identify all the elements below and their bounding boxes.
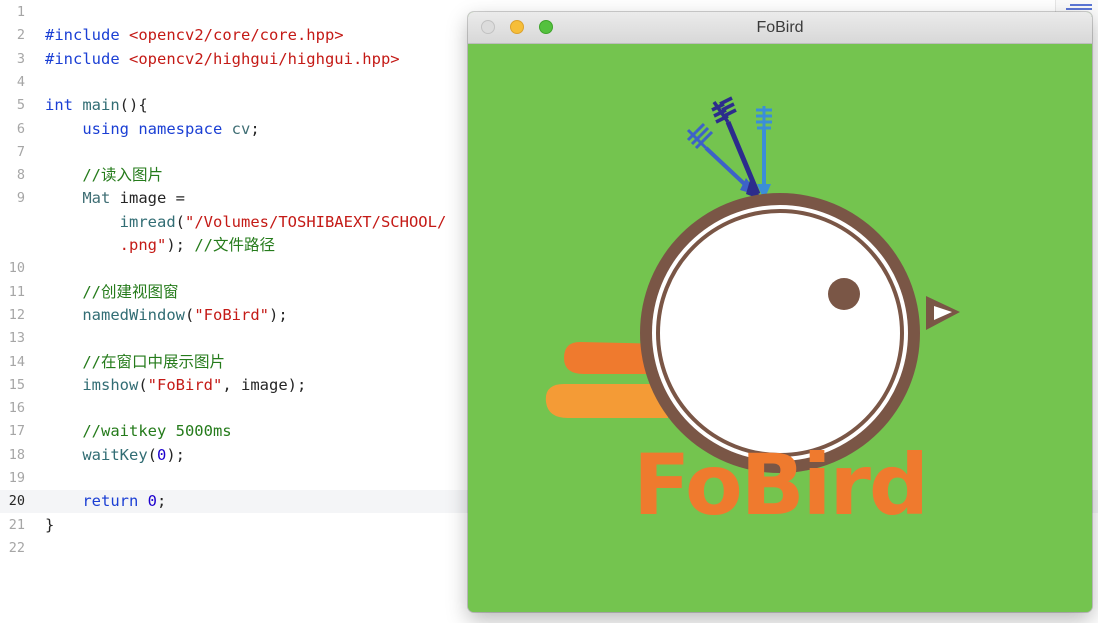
code-token: imread — [119, 212, 176, 231]
code-token: cv — [231, 119, 251, 138]
line-number: 3 — [16, 50, 25, 67]
code-token: waitKey — [82, 445, 148, 464]
line-number: 13 — [8, 330, 25, 347]
code-token: 0 — [157, 445, 167, 464]
code-token: ( — [147, 445, 157, 464]
code-token: ); — [166, 236, 195, 254]
line-number: 20 — [8, 493, 25, 510]
code-token: //在窗口中展示图片 — [45, 352, 225, 371]
line-number: 18 — [8, 446, 25, 463]
line-number: 10 — [8, 260, 25, 277]
image-canvas: FoBird — [468, 44, 1092, 612]
code-text: imshow("FoBird", image); — [45, 374, 306, 397]
code-text: //在窗口中展示图片 — [45, 351, 225, 374]
arrow-right — [756, 106, 772, 200]
code-token: imshow — [82, 375, 139, 394]
line-number: 12 — [8, 306, 25, 323]
code-token: namedWindow — [82, 305, 185, 324]
code-token: , image); — [222, 375, 307, 394]
code-token: #include — [45, 49, 129, 68]
line-number: 17 — [8, 423, 25, 440]
code-token: } — [45, 515, 55, 534]
code-token: <opencv2/core/core.hpp> — [129, 26, 344, 45]
code-text: #include <opencv2/highgui/highgui.hpp> — [45, 48, 400, 71]
code-token: return — [45, 492, 148, 511]
code-token: ); — [268, 305, 288, 324]
logo-text: FoBird — [633, 436, 927, 534]
line-number: 6 — [16, 120, 25, 137]
code-token: <opencv2/highgui/highgui.hpp> — [129, 49, 400, 68]
code-text: using namespace cv; — [45, 118, 260, 141]
code-token: ); — [166, 445, 186, 464]
code-text: //创建视图窗 — [45, 281, 179, 304]
fobird-logo-image: FoBird — [545, 96, 960, 534]
code-text: return 0; — [45, 490, 166, 513]
code-token: "FoBird" — [194, 305, 269, 324]
code-text: Mat image = — [45, 187, 185, 210]
code-token: ; — [157, 492, 167, 511]
line-number: 2 — [16, 27, 25, 44]
code-token: #include — [45, 26, 129, 45]
minimap-line — [1066, 8, 1092, 10]
line-number: 8 — [16, 167, 25, 184]
code-token: ( — [175, 212, 185, 231]
line-number: 1 — [16, 4, 25, 20]
code-text: #include <opencv2/core/core.hpp> — [45, 24, 344, 47]
line-number: 22 — [8, 539, 25, 556]
line-number: 9 — [16, 190, 25, 207]
line-number: 11 — [8, 283, 25, 300]
window-titlebar[interactable]: FoBird — [468, 12, 1092, 44]
line-number: 7 — [16, 143, 25, 160]
code-text: waitKey(0); — [45, 444, 185, 467]
code-token: image = — [110, 189, 185, 208]
code-token: using namespace — [45, 119, 232, 138]
code-token: //读入图片 — [45, 166, 163, 185]
code-text: imread("/Volumes/TOSHIBAEXT/SCHOOL/ — [45, 211, 447, 234]
code-token: ( — [184, 305, 195, 324]
code-token: //文件路径 — [194, 236, 275, 254]
line-number: 5 — [16, 97, 25, 114]
line-number: 14 — [8, 353, 25, 370]
line-number: 4 — [16, 73, 25, 90]
bird-eye — [828, 278, 860, 310]
arrow-middle — [711, 96, 762, 200]
code-text: int main(){ — [45, 94, 148, 117]
line-number: 16 — [8, 400, 25, 417]
code-text: .png"); //文件路径 — [45, 234, 275, 257]
code-token: int — [45, 96, 83, 115]
code-token: ; — [250, 119, 260, 138]
code-token: //创建视图窗 — [45, 282, 179, 301]
fobird-window[interactable]: FoBird FoBird — [468, 12, 1092, 612]
code-token: main — [82, 96, 120, 115]
code-text: namedWindow("FoBird"); — [45, 304, 288, 327]
code-token: 0 — [147, 492, 157, 511]
bird-body — [640, 193, 960, 473]
minimap-line — [1070, 4, 1092, 6]
code-token: (){ — [119, 96, 148, 115]
code-token: "/Volumes/TOSHIBAEXT/SCHOOL/ — [185, 212, 447, 231]
code-text: //waitkey 5000ms — [45, 420, 232, 443]
line-number: 19 — [8, 470, 25, 486]
window-title: FoBird — [756, 19, 804, 36]
line-number: 15 — [8, 376, 25, 393]
code-text: } — [45, 514, 54, 537]
code-token: .png" — [119, 236, 167, 254]
code-token: //waitkey 5000ms — [45, 422, 232, 441]
line-number: 21 — [8, 516, 25, 533]
code-token: ( — [138, 375, 148, 394]
code-text: //读入图片 — [45, 164, 163, 187]
code-token: "FoBird" — [147, 375, 223, 394]
code-token: Mat — [82, 189, 111, 208]
